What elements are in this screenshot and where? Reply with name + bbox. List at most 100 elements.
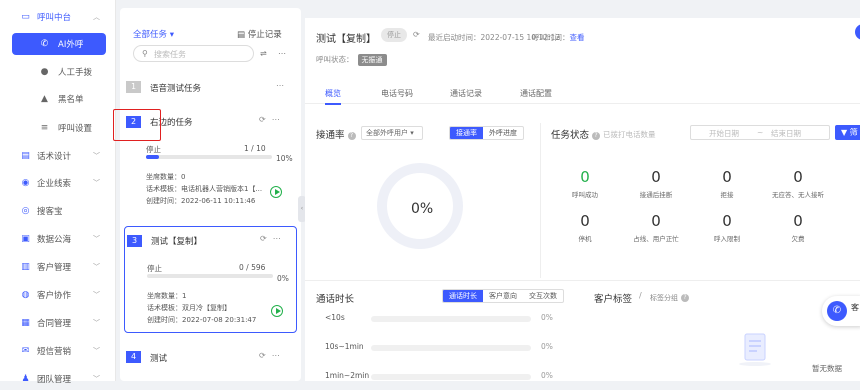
chevron-down-icon: ﹀ [93,179,100,187]
end-date[interactable]: 结束日期 [771,128,801,139]
floating-service-button[interactable]: ✆ 客 [822,296,860,326]
task-card-selected[interactable]: 3 测试【复制】 ⟳⋯ 停止 0 / 596 0% 坐席数量：1 话术模板：双月… [124,226,297,333]
stat-busy: 0 占线、用户正忙 [616,212,696,243]
sidebar-item-call-settings[interactable]: ≡ 呼叫设置 [0,117,116,139]
task-number: 4 [126,351,141,363]
stat-incoming-restricted: 0 呼入限制 [687,212,767,243]
chevron-down-icon: ﹀ [93,375,100,383]
seg-interaction-count[interactable]: 交互次数 [523,290,563,302]
seg-progress[interactable]: 外呼进度 [483,127,523,139]
call-period: 呼叫时间：查看 [532,32,585,43]
task-status-label: 任务状态 [551,130,590,141]
task-detail-panel: 测试【复制】 停止 ⟳ 最近启动时间：2022-07-15 10:12:12 呼… [305,18,860,381]
info-icon[interactable]: ? [681,294,689,302]
filter-icon[interactable]: ⇌ [260,49,267,58]
refresh-more-icons[interactable]: ⟳⋯ [260,234,287,243]
sidebar-item-label: 呼叫中台 [37,13,72,23]
task-progress-fill [146,155,159,159]
seg-connect-rate[interactable]: 接通率 [450,127,483,139]
bulb-icon: ◉ [21,177,30,188]
status-badge: 停止 [381,28,407,42]
task-seats: 坐席数量：0 [146,173,186,181]
sidebar-item-label: 合同管理 [37,319,72,329]
sidebar-item-ai-outbound[interactable]: ✆ AI外呼 [12,33,106,55]
rate-toggle: 接通率 外呼进度 [449,126,524,140]
task-progress-bar [147,274,273,278]
contact-icon: ▥ [21,261,30,272]
seg-call-duration[interactable]: 通话时长 [443,290,483,302]
outbound-user-select[interactable]: 全部外呼用户 ▾ [361,126,423,140]
book-icon: ▤ [21,150,30,161]
task-filter-dropdown[interactable]: 全部任务 ▾ [133,28,174,40]
duration-label: <10s [325,313,345,322]
floating-label: 客 [851,303,859,312]
task-search-input[interactable] [154,48,249,60]
stat-hangup-after-connect: 0 接通后挂断 [616,168,696,199]
sidebar-item-leads[interactable]: ◉ 企业线索 ﹀ [0,172,116,194]
task-list-panel: 全部任务 ▾ ▤ 停止记录 ⚲ ⇌ ⋯ 1 语音测试任务 ⋯ 2 右边的任务 ⟳… [120,8,301,381]
stop-record-link[interactable]: ▤ 停止记录 [237,28,282,40]
connect-rate-title: 接通率? [316,127,356,141]
call-state: 呼叫状态： 无振通 [316,54,387,66]
headset-icon: ✆ [827,301,847,321]
tab-call-config[interactable]: 通话配置 [520,88,552,99]
sidebar-item-sms[interactable]: ✉ 短信营销 ﹀ [0,340,116,362]
stat-value: 0 [651,212,661,230]
search-circle-icon: ◎ [21,205,30,216]
tab-phone-numbers[interactable]: 电话号码 [381,88,413,99]
duration-label: 10s~1min [325,342,364,351]
empty-state-illustration [739,333,771,366]
sidebar-item-label: 搜客宝 [37,207,63,217]
stat-value: 0 [722,212,732,230]
play-icon[interactable] [270,186,282,198]
sidebar-item-label: 客户协作 [37,291,72,301]
duration-toggle: 通话时长 客户意向 交互次数 [442,289,564,303]
sidebar-item-label: 团队管理 [37,375,72,385]
sidebar-item-script-design[interactable]: ▤ 话术设计 ﹀ [0,145,116,167]
start-date[interactable]: 开始日期 [709,128,739,139]
sidebar-item-team[interactable]: ♟ 团队管理 ﹀ [0,368,116,390]
task-status-hint: 已拨打电话数量 [603,130,656,139]
call-state-tag: 无振通 [357,54,387,66]
sidebar-item-contracts[interactable]: ▦ 合同管理 ﹀ [0,312,116,334]
sidebar-item-call-center[interactable]: ▭ 呼叫中台 ︿ [0,6,116,28]
more-icon[interactable]: ⋯ [276,81,290,90]
task-name: 语音测试任务 [150,84,202,94]
sms-icon: ✉ [21,345,30,356]
seg-customer-intent[interactable]: 客户意向 [483,290,523,302]
info-icon[interactable]: ? [592,132,601,140]
refresh-more-icons[interactable]: ⟳⋯ [259,351,286,360]
sidebar-item-manual-dial[interactable]: ● 人工手拨 [0,61,116,83]
refresh-more-icons[interactable]: ⟳⋯ [259,115,286,124]
task-search-box: ⚲ [133,45,254,62]
sidebar-item-label: 企业线索 [37,179,72,189]
more-icon[interactable]: ⋯ [278,49,286,58]
title-separator: / [639,291,642,300]
play-icon[interactable] [271,305,283,317]
sidebar-item-label: 客户管理 [37,263,72,273]
tag-group-label: 标签分组? [650,293,689,303]
sidebar-item-soukebao[interactable]: ◎ 搜客宝 [0,200,116,222]
stat-label: 呼叫成功 [572,191,598,199]
filter-button[interactable]: ▼ 筛 [835,125,860,140]
empty-state-text: 暂无数据 [812,364,842,373]
tab-call-records[interactable]: 通话记录 [450,88,482,99]
sidebar-item-blacklist[interactable]: ▲ 黑名单 [0,88,116,110]
task-number: 3 [127,235,142,247]
refresh-icon[interactable]: ⟳ [413,30,420,39]
info-icon[interactable]: ? [347,132,356,140]
sidebar-item-customer-collab[interactable]: ◍ 客户协作 ﹀ [0,284,116,306]
select-value: 全部外呼用户 [366,129,408,137]
sidebar-item-data-pool[interactable]: ▣ 数据公海 ﹀ [0,228,116,250]
stat-call-success: 0 呼叫成功 [545,168,625,199]
call-period-view-link[interactable]: 查看 [570,33,585,42]
date-range-picker[interactable]: 开始日期 ~ 结束日期 [690,125,830,140]
duration-percent: 0% [541,313,553,322]
task-name: 测试 [150,354,168,364]
call-period-label: 呼叫时间： [532,33,570,42]
sidebar-item-label: AI外呼 [58,40,84,50]
task-percent: 0% [277,274,289,283]
task-seats: 坐席数量：1 [147,292,187,300]
sidebar-item-customer-mgmt[interactable]: ▥ 客户管理 ﹀ [0,256,116,278]
tab-overview[interactable]: 概览 [325,88,341,99]
